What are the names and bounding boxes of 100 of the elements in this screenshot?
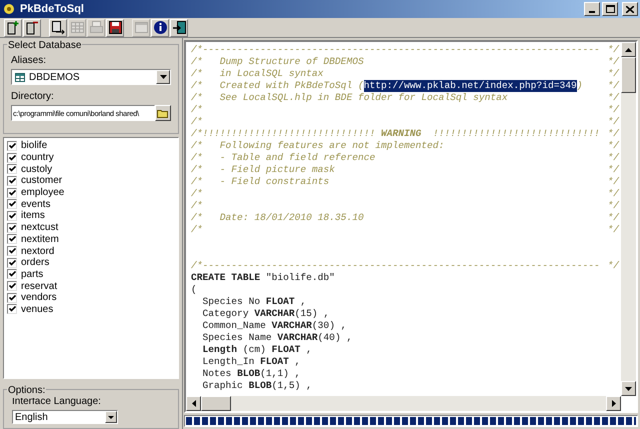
caret-icon [160, 75, 166, 79]
table-arrow-icon [50, 20, 66, 35]
checkbox[interactable] [7, 152, 17, 163]
scroll-left-button[interactable] [186, 396, 201, 411]
comment-text: /* [191, 200, 203, 212]
sql-line: Species Name VARCHAR(40) , [202, 332, 354, 344]
comment-end: */ [607, 116, 619, 128]
comment-text: /* - Field constraints [191, 176, 330, 188]
alias-combobox[interactable]: DBDEMOS [11, 69, 171, 85]
table-name[interactable]: events [21, 198, 50, 210]
minimize-icon [589, 11, 595, 13]
checkbox[interactable] [7, 246, 17, 256]
sql-line: Graphic BLOB(1,5) , [202, 380, 313, 392]
checkbox[interactable] [7, 269, 17, 280]
comment-text: /* Created with PkBdeToSql ( [191, 80, 364, 92]
comment-text: /* Dump Structure of DBDEMOS [191, 56, 364, 68]
comment-end: */ [607, 68, 619, 80]
maximize-button[interactable] [602, 2, 618, 16]
table-name[interactable]: orders [21, 257, 50, 268]
comment-text: /* in LocalSQL syntax [191, 68, 324, 80]
checkbox[interactable] [7, 258, 17, 268]
checkbox[interactable] [7, 292, 17, 303]
checkbox[interactable] [7, 222, 17, 233]
comment-end: */ [607, 260, 619, 272]
maximize-icon [606, 5, 614, 13]
dropdown-button[interactable] [156, 70, 170, 84]
database-plus-icon [6, 20, 20, 35]
toolbar-button[interactable] [49, 18, 67, 36]
comment-end: */ [607, 212, 619, 224]
sql-line: CREATE TABLE "biolife.db" [191, 272, 336, 284]
comment-end: */ [607, 92, 619, 104]
table-name[interactable]: reservat [21, 280, 58, 292]
toolbar-button[interactable] [170, 18, 188, 36]
comment-end: */ [607, 80, 619, 92]
checkbox[interactable] [7, 140, 17, 151]
table-name[interactable]: biolife [21, 140, 48, 152]
window-title: PkBdeToSql [20, 2, 84, 17]
checkbox[interactable] [7, 281, 17, 292]
checkbox[interactable] [7, 164, 17, 174]
table-name[interactable]: country [21, 152, 54, 164]
selected-url: http://www.pklab.net/index.php?id=349 [364, 80, 577, 92]
table-name[interactable]: parts [21, 268, 44, 280]
comment-text: ) [576, 80, 583, 92]
alias-value: DBDEMOS [29, 70, 80, 84]
close-button[interactable] [622, 2, 638, 16]
database-minus-icon [24, 20, 40, 35]
directory-label: Directory: [11, 91, 55, 103]
window-icon [134, 20, 148, 35]
checkbox[interactable] [7, 304, 17, 314]
sql-editor[interactable] [184, 40, 638, 413]
door-exit-icon [172, 20, 186, 35]
table-name[interactable]: custoly [21, 164, 52, 175]
table-name[interactable]: items [21, 210, 45, 222]
table-name[interactable]: nextitem [21, 234, 59, 245]
checkbox[interactable] [7, 210, 17, 221]
comment-end: */ [607, 104, 619, 116]
horizontal-scrollbar[interactable] [186, 396, 621, 411]
minimize-button[interactable] [584, 2, 600, 16]
table-name[interactable]: employee [21, 187, 64, 198]
scroll-right-button[interactable] [606, 396, 621, 411]
comment-end: */ [607, 188, 619, 200]
table-name[interactable]: customer [21, 175, 62, 186]
app-logo-icon [2, 2, 16, 16]
comment-text: /* Date: 18/01/2010 18.35.10 [191, 212, 364, 224]
up-arrow-icon [625, 48, 632, 52]
aliases-label: Aliases: [11, 55, 48, 67]
table-name[interactable]: nextcust [21, 222, 58, 234]
toolbar-button[interactable] [106, 18, 124, 36]
comment-text: /* [191, 188, 203, 200]
table-name[interactable]: vendors [21, 292, 57, 304]
caret-icon [108, 416, 114, 418]
scroll-thumb[interactable] [621, 57, 636, 93]
comment-end: */ [607, 140, 619, 152]
table-name[interactable]: nextord [21, 246, 54, 257]
vertical-scrollbar[interactable] [621, 42, 636, 396]
language-combobox[interactable]: English [12, 410, 118, 424]
toolbar-button[interactable] [23, 18, 41, 36]
toolbar-button[interactable] [4, 18, 22, 36]
checkbox[interactable] [7, 188, 17, 198]
comment-text: /* [191, 224, 203, 236]
dropdown-button[interactable] [105, 411, 117, 423]
checkbox[interactable] [7, 199, 17, 210]
toolbar-button[interactable] [151, 18, 169, 36]
comment-end: */ [607, 56, 619, 68]
checkbox[interactable] [7, 234, 17, 244]
table-name[interactable]: venues [21, 304, 54, 315]
sql-line: Notes BLOB(1,1) , [202, 368, 302, 380]
scroll-down-button[interactable] [621, 381, 636, 396]
checkbox[interactable] [7, 176, 17, 186]
group-title: Options: [7, 383, 46, 398]
comment-text: /* [191, 104, 203, 116]
info-icon [152, 20, 168, 35]
comment-text: /*--------------------------------------------------------------------- [191, 44, 600, 56]
scroll-thumb[interactable] [201, 396, 231, 411]
comment-text: /*!!!!!!!!!!!!!!!!!!!!!!!!!!!!!! WARNING !!!!!!!!!!!!!!!!!!!!!!!!!!!!! [191, 128, 600, 140]
floppy-icon [108, 20, 122, 35]
browse-button[interactable] [155, 105, 171, 121]
sql-line: Category VARCHAR(15) , [202, 308, 330, 320]
scroll-up-button[interactable] [621, 42, 636, 57]
comment-end: */ [607, 224, 619, 236]
